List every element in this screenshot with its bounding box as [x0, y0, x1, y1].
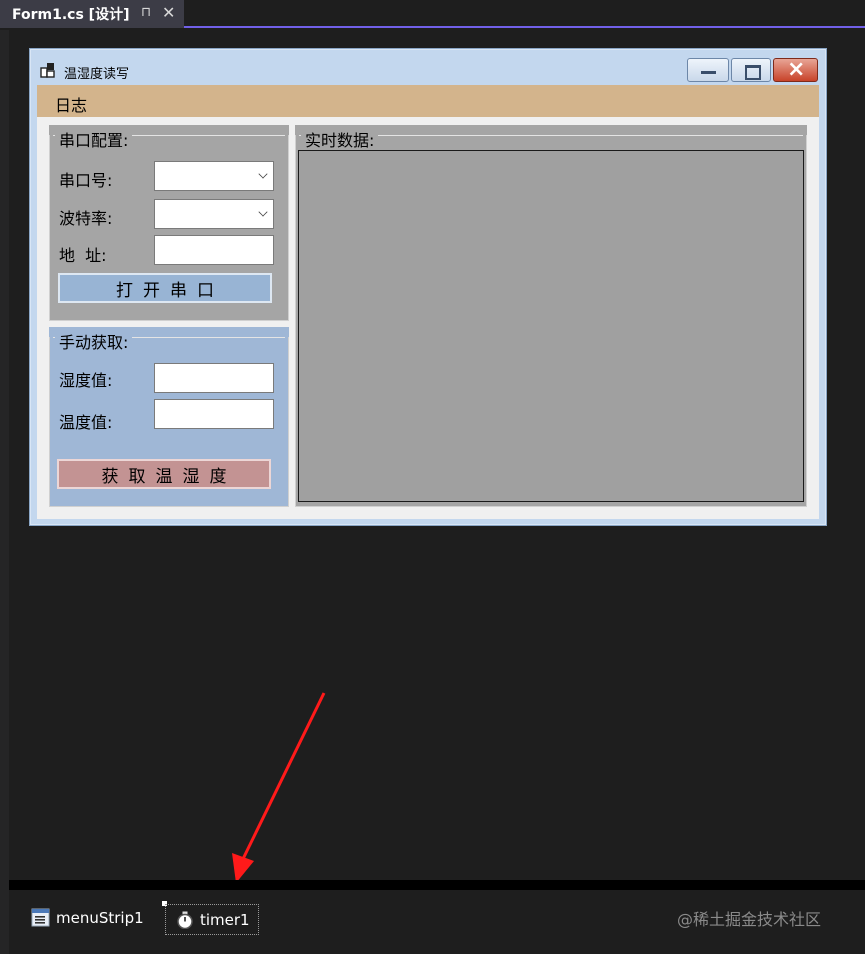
annotation-arrow	[232, 692, 326, 883]
address-label: 地 址:	[59, 246, 107, 265]
maximize-button[interactable]	[731, 58, 771, 82]
serial-config-title: 串口配置:	[55, 127, 133, 151]
tray-component-timer[interactable]: timer1	[165, 904, 259, 935]
manual-fetch-title: 手动获取:	[55, 329, 133, 353]
baud-combobox[interactable]	[154, 199, 274, 229]
document-tab-title: Form1.cs [设计]	[12, 7, 130, 23]
left-gutter	[0, 30, 9, 954]
open-port-button[interactable]: 打开串口	[58, 273, 272, 303]
temperature-label: 温度值:	[59, 413, 113, 432]
menustrip-icon	[31, 908, 50, 927]
document-tab-bar: Form1.cs [设计] ⊓ ✕	[0, 0, 865, 28]
realtime-data-panel[interactable]	[298, 150, 804, 502]
manual-fetch-group: 手动获取: 湿度值: 温度值: 获取温湿度	[49, 327, 289, 507]
humidity-label: 湿度值:	[59, 371, 113, 390]
component-tray[interactable]: menuStrip1 timer1 @稀土掘金技术社区	[9, 890, 865, 954]
minimize-button[interactable]	[687, 58, 729, 82]
realtime-data-title: 实时数据:	[301, 127, 379, 151]
menustrip-label: menuStrip1	[56, 908, 144, 927]
menu-item-log[interactable]: 日志	[55, 92, 87, 116]
document-tab-form1-design[interactable]: Form1.cs [设计] ⊓ ✕	[0, 0, 184, 28]
port-combobox[interactable]	[154, 161, 274, 191]
menu-strip[interactable]: 日志	[37, 85, 819, 117]
address-input[interactable]	[154, 235, 274, 265]
realtime-data-group: 实时数据:	[295, 125, 807, 507]
temperature-input[interactable]	[154, 399, 274, 429]
close-icon: ×	[787, 57, 806, 82]
chevron-down-icon	[258, 169, 268, 179]
humidity-input[interactable]	[154, 363, 274, 393]
form-title-bar[interactable]: 温湿度读写 ×	[30, 49, 826, 85]
watermark-text: @稀土掘金技术社区	[677, 910, 822, 929]
tray-component-menustrip[interactable]: menuStrip1	[31, 908, 144, 927]
form-client-area: 日志 串口配置: 串口号: 波特率: 地 址: 打开串口 手动获取: 湿度值: …	[37, 85, 819, 519]
component-tray-separator	[9, 880, 865, 890]
timer-icon	[177, 911, 193, 929]
form-app-icon	[40, 63, 55, 78]
get-temp-humidity-button[interactable]: 获取温湿度	[57, 459, 271, 489]
serial-config-group: 串口配置: 串口号: 波特率: 地 址: 打开串口	[49, 125, 289, 321]
form-window[interactable]: 温湿度读写 × 日志 串口配置: 串口号: 波特率: 地 址: 打开串口 手动获…	[29, 48, 827, 526]
close-tab-icon[interactable]: ✕	[162, 3, 175, 22]
form-caption: 温湿度读写	[64, 67, 130, 82]
timer-label: timer1	[200, 910, 250, 929]
port-label: 串口号:	[59, 171, 113, 190]
pin-icon[interactable]: ⊓	[141, 5, 151, 20]
close-button[interactable]: ×	[773, 57, 818, 82]
baud-label: 波特率:	[59, 209, 113, 228]
chevron-down-icon	[258, 207, 268, 217]
